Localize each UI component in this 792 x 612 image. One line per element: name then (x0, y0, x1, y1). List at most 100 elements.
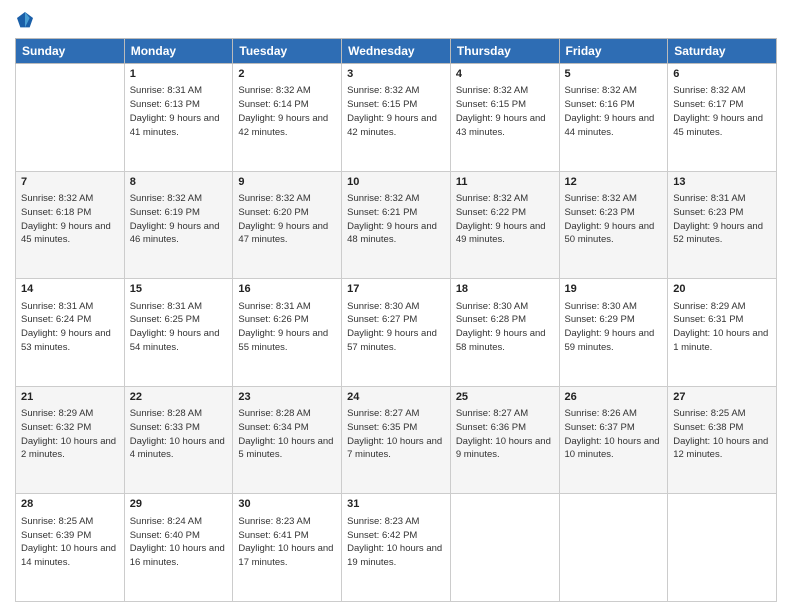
day-cell: 4 Sunrise: 8:32 AMSunset: 6:15 PMDaylight… (450, 64, 559, 172)
day-number: 8 (130, 175, 228, 190)
day-number: 18 (456, 282, 554, 297)
day-number: 29 (130, 497, 228, 512)
header-row: SundayMondayTuesdayWednesdayThursdayFrid… (16, 39, 777, 64)
day-info: Sunrise: 8:32 AMSunset: 6:23 PMDaylight:… (565, 192, 663, 247)
day-info: Sunrise: 8:27 AMSunset: 6:35 PMDaylight:… (347, 407, 445, 462)
day-number: 6 (673, 67, 771, 82)
day-cell (16, 64, 125, 172)
day-info: Sunrise: 8:29 AMSunset: 6:32 PMDaylight:… (21, 407, 119, 462)
day-cell (559, 494, 668, 602)
day-info: Sunrise: 8:28 AMSunset: 6:34 PMDaylight:… (238, 407, 336, 462)
day-cell: 29 Sunrise: 8:24 AMSunset: 6:40 PMDayligh… (124, 494, 233, 602)
day-number: 20 (673, 282, 771, 297)
day-cell: 30Sunrise: 8:23 AMSunset: 6:41 PMDayligh… (233, 494, 342, 602)
day-cell: 27 Sunrise: 8:25 AMSunset: 6:38 PMDayligh… (668, 386, 777, 494)
day-cell: 3 Sunrise: 8:32 AMSunset: 6:15 PMDaylight… (342, 64, 451, 172)
day-number: 5 (565, 67, 663, 82)
day-cell: 13 Sunrise: 8:31 AMSunset: 6:23 PMDayligh… (668, 171, 777, 279)
day-cell: 14Sunrise: 8:31 AMSunset: 6:24 PMDayligh… (16, 279, 125, 387)
day-number: 28 (21, 497, 119, 512)
col-header-saturday: Saturday (668, 39, 777, 64)
day-cell: 26 Sunrise: 8:26 AMSunset: 6:37 PMDayligh… (559, 386, 668, 494)
week-row-4: 28 Sunrise: 8:25 AMSunset: 6:39 PMDayligh… (16, 494, 777, 602)
day-info: Sunrise: 8:32 AMSunset: 6:22 PMDaylight:… (456, 192, 554, 247)
day-cell: 25 Sunrise: 8:27 AMSunset: 6:36 PMDayligh… (450, 386, 559, 494)
day-info: Sunrise: 8:32 AMSunset: 6:17 PMDaylight:… (673, 84, 771, 139)
logo (15, 10, 39, 30)
day-cell: 11 Sunrise: 8:32 AMSunset: 6:22 PMDayligh… (450, 171, 559, 279)
day-number: 1 (130, 67, 228, 82)
day-info: Sunrise: 8:31 AMSunset: 6:25 PMDaylight:… (130, 300, 228, 355)
day-cell: 31Sunrise: 8:23 AMSunset: 6:42 PMDayligh… (342, 494, 451, 602)
day-info: Sunrise: 8:27 AMSunset: 6:36 PMDaylight:… (456, 407, 554, 462)
day-number: 19 (565, 282, 663, 297)
day-info: Sunrise: 8:32 AMSunset: 6:19 PMDaylight:… (130, 192, 228, 247)
day-number: 22 (130, 390, 228, 405)
logo-icon (15, 10, 35, 30)
day-cell: 6 Sunrise: 8:32 AMSunset: 6:17 PMDaylight… (668, 64, 777, 172)
day-number: 21 (21, 390, 119, 405)
day-number: 12 (565, 175, 663, 190)
day-cell: 12 Sunrise: 8:32 AMSunset: 6:23 PMDayligh… (559, 171, 668, 279)
day-cell: 20Sunrise: 8:29 AMSunset: 6:31 PMDayligh… (668, 279, 777, 387)
day-info: Sunrise: 8:31 AMSunset: 6:23 PMDaylight:… (673, 192, 771, 247)
day-info: Sunrise: 8:32 AMSunset: 6:20 PMDaylight:… (238, 192, 336, 247)
day-number: 27 (673, 390, 771, 405)
page: SundayMondayTuesdayWednesdayThursdayFrid… (0, 0, 792, 612)
day-info: Sunrise: 8:25 AMSunset: 6:38 PMDaylight:… (673, 407, 771, 462)
day-info: Sunrise: 8:32 AMSunset: 6:18 PMDaylight:… (21, 192, 119, 247)
col-header-tuesday: Tuesday (233, 39, 342, 64)
day-number: 10 (347, 175, 445, 190)
day-info: Sunrise: 8:32 AMSunset: 6:14 PMDaylight:… (238, 84, 336, 139)
day-cell (668, 494, 777, 602)
col-header-sunday: Sunday (16, 39, 125, 64)
day-cell: 15Sunrise: 8:31 AMSunset: 6:25 PMDayligh… (124, 279, 233, 387)
header (15, 10, 777, 30)
day-info: Sunrise: 8:28 AMSunset: 6:33 PMDaylight:… (130, 407, 228, 462)
day-cell: 8 Sunrise: 8:32 AMSunset: 6:19 PMDaylight… (124, 171, 233, 279)
day-info: Sunrise: 8:30 AMSunset: 6:28 PMDaylight:… (456, 300, 554, 355)
week-row-2: 14Sunrise: 8:31 AMSunset: 6:24 PMDayligh… (16, 279, 777, 387)
day-cell: 24 Sunrise: 8:27 AMSunset: 6:35 PMDayligh… (342, 386, 451, 494)
day-info: Sunrise: 8:32 AMSunset: 6:16 PMDaylight:… (565, 84, 663, 139)
day-cell: 16Sunrise: 8:31 AMSunset: 6:26 PMDayligh… (233, 279, 342, 387)
day-info: Sunrise: 8:32 AMSunset: 6:15 PMDaylight:… (456, 84, 554, 139)
week-row-1: 7 Sunrise: 8:32 AMSunset: 6:18 PMDaylight… (16, 171, 777, 279)
day-number: 23 (238, 390, 336, 405)
day-number: 3 (347, 67, 445, 82)
day-number: 30 (238, 497, 336, 512)
day-info: Sunrise: 8:32 AMSunset: 6:21 PMDaylight:… (347, 192, 445, 247)
col-header-monday: Monday (124, 39, 233, 64)
col-header-friday: Friday (559, 39, 668, 64)
day-cell: 23 Sunrise: 8:28 AMSunset: 6:34 PMDayligh… (233, 386, 342, 494)
col-header-thursday: Thursday (450, 39, 559, 64)
day-info: Sunrise: 8:31 AMSunset: 6:13 PMDaylight:… (130, 84, 228, 139)
day-cell: 22 Sunrise: 8:28 AMSunset: 6:33 PMDayligh… (124, 386, 233, 494)
day-info: Sunrise: 8:24 AMSunset: 6:40 PMDaylight:… (130, 515, 228, 570)
day-number: 7 (21, 175, 119, 190)
day-number: 25 (456, 390, 554, 405)
day-info: Sunrise: 8:23 AMSunset: 6:42 PMDaylight:… (347, 515, 445, 570)
day-number: 9 (238, 175, 336, 190)
day-cell: 17Sunrise: 8:30 AMSunset: 6:27 PMDayligh… (342, 279, 451, 387)
day-cell: 18 Sunrise: 8:30 AMSunset: 6:28 PMDayligh… (450, 279, 559, 387)
day-info: Sunrise: 8:30 AMSunset: 6:29 PMDaylight:… (565, 300, 663, 355)
day-number: 26 (565, 390, 663, 405)
day-number: 4 (456, 67, 554, 82)
day-number: 2 (238, 67, 336, 82)
day-cell: 2 Sunrise: 8:32 AMSunset: 6:14 PMDaylight… (233, 64, 342, 172)
day-number: 14 (21, 282, 119, 297)
day-cell: 21 Sunrise: 8:29 AMSunset: 6:32 PMDayligh… (16, 386, 125, 494)
day-cell: 1 Sunrise: 8:31 AMSunset: 6:13 PMDaylight… (124, 64, 233, 172)
day-number: 13 (673, 175, 771, 190)
day-info: Sunrise: 8:26 AMSunset: 6:37 PMDaylight:… (565, 407, 663, 462)
day-cell: 9 Sunrise: 8:32 AMSunset: 6:20 PMDaylight… (233, 171, 342, 279)
day-info: Sunrise: 8:25 AMSunset: 6:39 PMDaylight:… (21, 515, 119, 570)
week-row-3: 21 Sunrise: 8:29 AMSunset: 6:32 PMDayligh… (16, 386, 777, 494)
day-info: Sunrise: 8:32 AMSunset: 6:15 PMDaylight:… (347, 84, 445, 139)
day-info: Sunrise: 8:31 AMSunset: 6:26 PMDaylight:… (238, 300, 336, 355)
day-cell: 10 Sunrise: 8:32 AMSunset: 6:21 PMDayligh… (342, 171, 451, 279)
day-number: 11 (456, 175, 554, 190)
day-number: 24 (347, 390, 445, 405)
week-row-0: 1 Sunrise: 8:31 AMSunset: 6:13 PMDaylight… (16, 64, 777, 172)
